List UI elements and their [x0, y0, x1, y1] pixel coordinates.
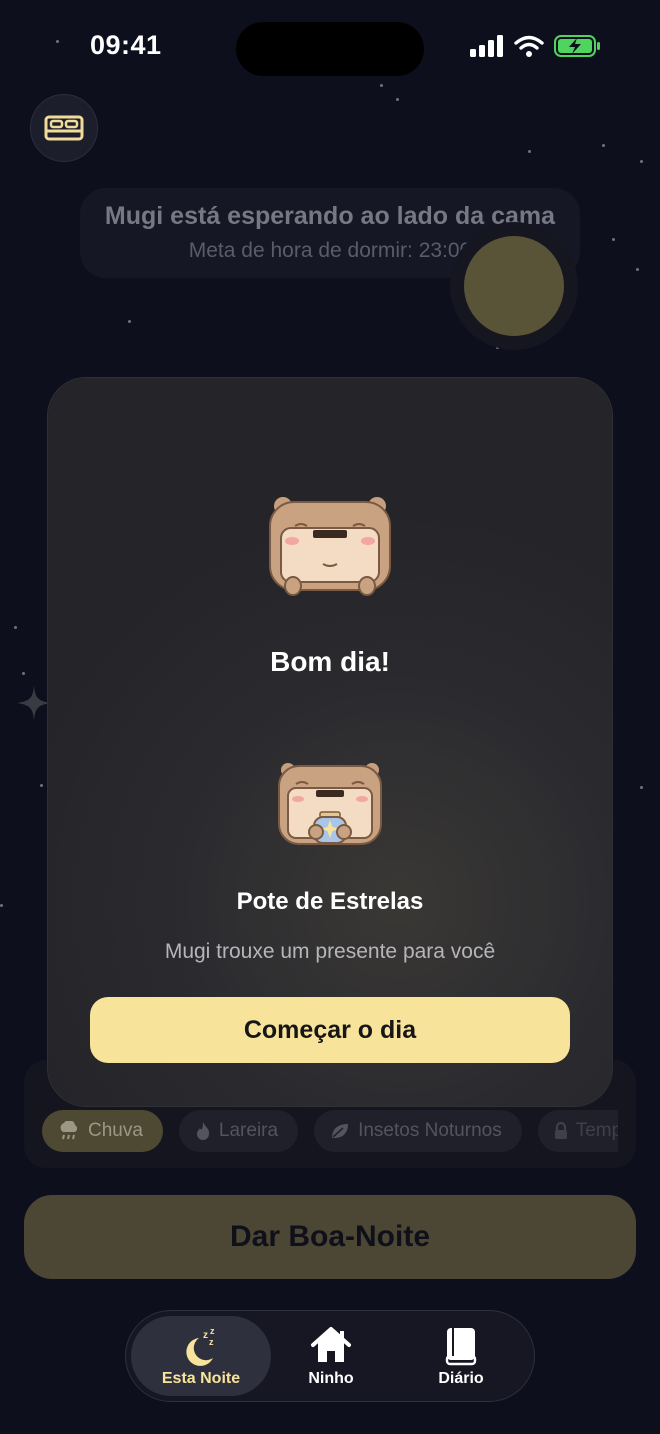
sound-chip-label: Tempes	[575, 1120, 618, 1141]
rain-cloud-icon	[60, 1121, 78, 1140]
book-icon	[445, 1328, 477, 1366]
greeting-title: Bom dia!	[270, 646, 390, 677]
morning-reward-dialog: Bom dia! Pote de Estrelas Mugi trouxe um…	[48, 378, 612, 1106]
battery-charging-icon	[554, 35, 600, 57]
status-bar: 09:41	[0, 0, 660, 96]
tab-diario[interactable]: Diário	[391, 1316, 531, 1396]
gift-title: Pote de Estrelas	[236, 888, 424, 915]
svg-text:z: z	[203, 1330, 208, 1341]
moon-icon	[464, 236, 564, 336]
status-icons	[470, 34, 602, 58]
sound-chip-chuva[interactable]: Chuva	[42, 1110, 163, 1152]
svg-text:z: z	[210, 1326, 215, 1336]
sparkle-icon	[17, 685, 51, 721]
goodnight-button[interactable]: Dar Boa-Noite	[24, 1195, 636, 1279]
dynamic-island	[236, 22, 424, 76]
moon-indicator	[450, 222, 578, 350]
tab-label: Ninho	[308, 1370, 354, 1387]
cellular-signal-icon	[470, 35, 503, 57]
tab-label: Diário	[438, 1370, 484, 1387]
flame-icon	[196, 1122, 210, 1140]
leaf-icon	[332, 1124, 349, 1138]
moon-zzz-icon: z z z	[186, 1326, 215, 1366]
mugi-mascot-image	[269, 497, 391, 596]
home-icon	[311, 1327, 351, 1362]
sound-chip-locked[interactable]: Tempes	[537, 1110, 618, 1152]
lock-icon	[554, 1122, 567, 1139]
start-day-button[interactable]: Começar o dia	[90, 997, 570, 1063]
bed-icon	[44, 115, 84, 141]
mugi-holding-star-jar-image	[278, 763, 382, 845]
svg-text:z: z	[209, 1337, 214, 1347]
wifi-icon	[514, 35, 544, 57]
sound-chip-insetos-noturnos[interactable]: Insetos Noturnos	[314, 1110, 522, 1152]
tab-ninho[interactable]: Ninho	[261, 1316, 401, 1396]
sound-chip-label: Insetos Noturnos	[358, 1120, 502, 1141]
sound-chips: Chuva Lareira Insetos Noturnos Tempes	[42, 1110, 618, 1154]
sound-chip-label: Chuva	[88, 1120, 143, 1141]
sound-chip-label: Lareira	[218, 1120, 279, 1141]
status-time: 09:41	[90, 30, 162, 60]
tab-esta-noite[interactable]: z z z Esta Noite	[131, 1316, 271, 1396]
tab-bar: z z z Esta Noite Ninho Diário	[125, 1310, 535, 1402]
bed-button[interactable]	[30, 94, 98, 162]
tab-label: Esta Noite	[161, 1370, 241, 1387]
sound-chip-lareira[interactable]: Lareira	[178, 1110, 299, 1152]
gift-description: Mugi trouxe um presente para você	[164, 940, 496, 963]
